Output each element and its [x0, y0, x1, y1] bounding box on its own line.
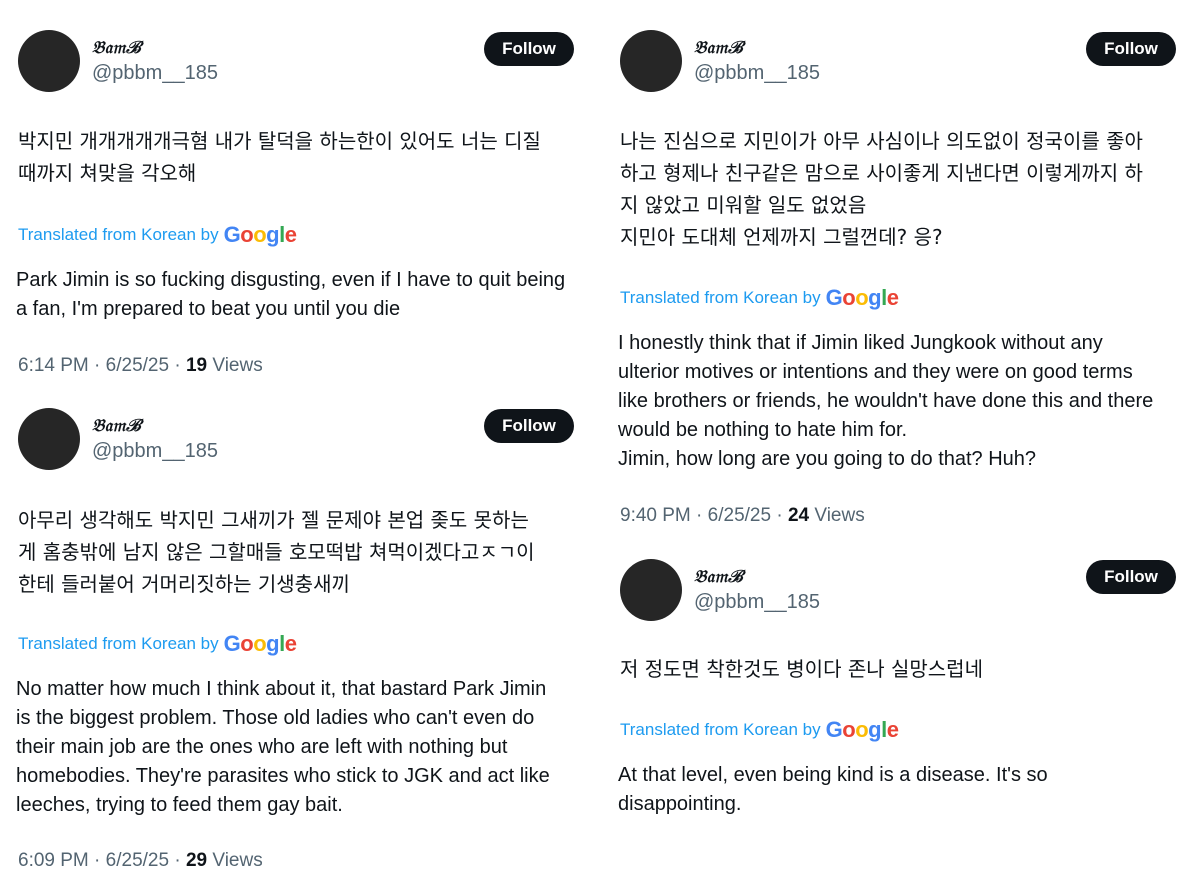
translated-label: Translated from Korean by	[18, 225, 219, 244]
avatar[interactable]	[18, 408, 80, 470]
tweet-text-korean: 박지민 개개개개개극혐 내가 탈덕을 하는한이 있어도 너는 디질 때까지 쳐맞…	[18, 129, 541, 185]
avatar[interactable]	[620, 30, 682, 92]
meta-separator: ·	[94, 850, 101, 871]
display-name[interactable]: 𝔅𝔞𝔪ℬ	[694, 567, 743, 587]
display-name[interactable]: 𝔅𝔞𝔪ℬ	[694, 38, 743, 58]
translation-attribution[interactable]: Translated from Korean by Google	[620, 717, 899, 743]
meta-separator: ·	[696, 505, 703, 526]
follow-button[interactable]: Follow	[1086, 32, 1176, 66]
views-label[interactable]: Views	[212, 355, 262, 376]
translation-attribution[interactable]: Translated from Korean by Google	[18, 222, 297, 248]
tweet-text-korean: 아무리 생각해도 박지민 그새끼가 젤 문제야 본업 좆도 못하는 게 홈충밖에…	[18, 508, 535, 596]
translated-label: Translated from Korean by	[620, 288, 821, 307]
tweet-text-translation: I honestly think that if Jimin liked Jun…	[618, 332, 1154, 470]
user-handle[interactable]: @pbbm__185	[92, 440, 218, 463]
tweet-text-korean: 나는 진심으로 지민이가 아무 사심이나 의도없이 정국이를 좋아 하고 형제나…	[620, 129, 1143, 249]
translated-label: Translated from Korean by	[620, 720, 821, 739]
google-logo: Google	[223, 631, 297, 656]
views-label[interactable]: Views	[814, 505, 864, 526]
avatar[interactable]	[620, 559, 682, 621]
translation-attribution[interactable]: Translated from Korean by Google	[620, 285, 899, 311]
tweet-date[interactable]: 6/25/25	[106, 850, 169, 871]
display-name[interactable]: 𝔅𝔞𝔪ℬ	[92, 38, 141, 58]
right-column: 𝔅𝔞𝔪ℬ @pbbm__185 Follow 나는 진심으로 지민이가 아무 사…	[602, 0, 1200, 890]
translated-label: Translated from Korean by	[18, 634, 219, 653]
views-count[interactable]: 19	[186, 355, 207, 376]
tweet-text-translation: At that level, even being kind is a dise…	[618, 764, 1048, 815]
tweet-card: 𝔅𝔞𝔪ℬ @pbbm__185 Follow 저 정도면 착한것도 병이다 존나…	[602, 545, 1192, 890]
tweet-text-translation: Park Jimin is so fucking disgusting, eve…	[16, 269, 566, 320]
follow-button[interactable]: Follow	[1086, 560, 1176, 594]
tweet-date[interactable]: 6/25/25	[708, 505, 771, 526]
tweet-date[interactable]: 6/25/25	[106, 355, 169, 376]
left-column: 𝔅𝔞𝔪ℬ @pbbm__185 Follow 박지민 개개개개개극혐 내가 탈덕…	[0, 0, 600, 890]
tweet-card: 𝔅𝔞𝔪ℬ @pbbm__185 Follow 박지민 개개개개개극혐 내가 탈덕…	[0, 0, 590, 390]
views-count[interactable]: 24	[788, 505, 809, 526]
tweet-meta: 9:40 PM · 6/25/25 · 24 Views	[620, 505, 865, 527]
user-handle[interactable]: @pbbm__185	[694, 591, 820, 614]
meta-separator: ·	[776, 505, 783, 526]
google-logo: Google	[825, 717, 899, 742]
tweet-time[interactable]: 6:09 PM	[18, 850, 89, 871]
tweet-card: 𝔅𝔞𝔪ℬ @pbbm__185 Follow 아무리 생각해도 박지민 그새끼가…	[0, 390, 590, 890]
views-count[interactable]: 29	[186, 850, 207, 871]
display-name[interactable]: 𝔅𝔞𝔪ℬ	[92, 416, 141, 436]
tweet-text-korean: 저 정도면 착한것도 병이다 존나 실망스럽네	[620, 657, 983, 681]
user-handle[interactable]: @pbbm__185	[92, 62, 218, 85]
tweet-time[interactable]: 6:14 PM	[18, 355, 89, 376]
tweet-time[interactable]: 9:40 PM	[620, 505, 691, 526]
user-handle[interactable]: @pbbm__185	[694, 62, 820, 85]
avatar[interactable]	[18, 30, 80, 92]
meta-separator: ·	[94, 355, 101, 376]
meta-separator: ·	[174, 850, 181, 871]
google-logo: Google	[825, 285, 899, 310]
tweet-text-translation: No matter how much I think about it, tha…	[16, 678, 550, 816]
translation-attribution[interactable]: Translated from Korean by Google	[18, 631, 297, 657]
tweet-meta: 6:09 PM · 6/25/25 · 29 Views	[18, 850, 263, 872]
follow-button[interactable]: Follow	[484, 409, 574, 443]
meta-separator: ·	[174, 355, 181, 376]
tweet-meta: 6:14 PM · 6/25/25 · 19 Views	[18, 355, 263, 377]
tweet-card: 𝔅𝔞𝔪ℬ @pbbm__185 Follow 나는 진심으로 지민이가 아무 사…	[602, 0, 1192, 545]
views-label[interactable]: Views	[212, 850, 262, 871]
follow-button[interactable]: Follow	[484, 32, 574, 66]
google-logo: Google	[223, 222, 297, 247]
